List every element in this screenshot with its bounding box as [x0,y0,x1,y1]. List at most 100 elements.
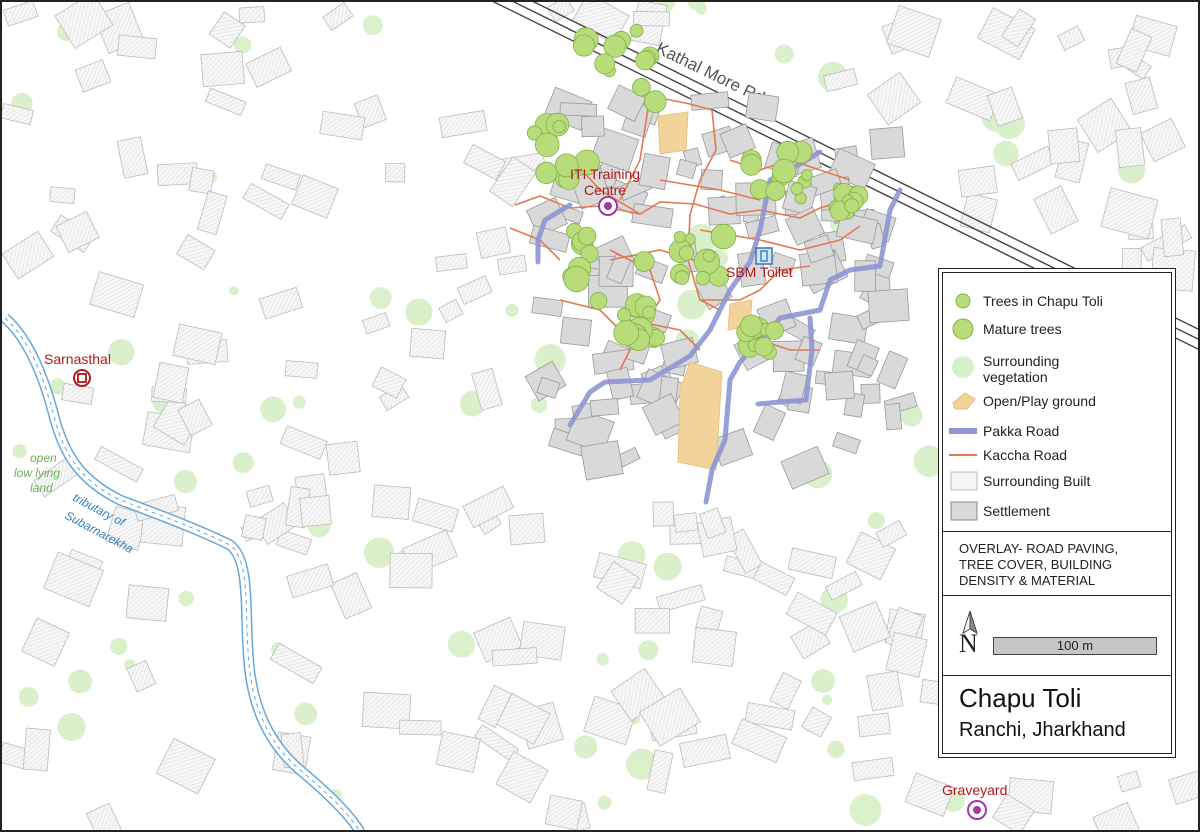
vegetation-blob [827,740,845,758]
surrounding-built-block [435,730,481,773]
legend-item-trees: Trees in Chapu Toli [943,289,1103,313]
vegetation-blob [260,396,287,423]
open-land-label-3: land [30,481,53,495]
vegetation-blob [294,702,318,726]
surrounding-built-block [1033,185,1079,235]
legend-label-settlement: Settlement [983,503,1050,519]
surrounding-built-block [787,547,837,580]
surrounding-built-block [769,671,802,710]
surrounding-built-block [409,327,447,360]
vegetation-blob [178,590,195,607]
tree [710,223,737,250]
north-label: N [959,629,978,658]
surrounding-built-block [21,617,71,667]
settlement-block [580,115,605,138]
iti-label-line1: ITI Training [570,166,640,182]
tree [577,226,597,246]
tree [678,245,695,261]
legend-item-open-ground: Open/Play ground [943,389,1096,413]
iti-training-centre-marker[interactable] [598,196,618,216]
legend-item-surrounding-built: Surrounding Built [943,469,1090,493]
vegetation-blob [774,44,794,64]
surrounding-built-block [1100,187,1159,240]
vegetation-blob [867,511,886,530]
open-land-label-2: low lying [14,466,60,480]
vegetation-blob [597,795,612,810]
sarnasthal-marker[interactable] [73,369,91,387]
settlement-block [876,350,909,390]
settlement-block [559,316,593,347]
vegetation-blob [110,637,128,656]
surrounding-built-block [1114,127,1146,169]
vegetation-blob [638,640,659,661]
vegetation-blob [811,668,836,693]
surrounding-built-block [678,733,731,769]
surrounding-built-block [241,514,267,541]
vegetation-blob [405,298,433,326]
surrounding-built-block [1116,770,1142,793]
sbm-toilet-marker[interactable] [755,247,773,265]
surrounding-built-block [172,323,223,366]
legend-inner: Trees in Chapu Toli Mature trees Surroun… [942,272,1172,754]
vegetation-blob [292,395,306,409]
surrounding-built-block [632,10,670,27]
settlement-block [869,126,906,160]
surrounding-built-block [196,190,228,236]
surrounding-built-block [371,484,412,520]
tree [695,270,711,286]
vegetation-blob [369,287,392,309]
tree [844,198,860,214]
surrounding-built-block [838,601,891,653]
surrounding-built-block [1047,127,1081,165]
tree [616,307,632,322]
surrounding-built-block [496,254,528,276]
surrounding-built-block [801,706,833,738]
tree [765,321,784,340]
surrounding-built-block [652,501,675,527]
surrounding-built-block [188,167,215,195]
sarnasthal-label: Sarnasthal [44,351,111,367]
legend-label-vegetation: Surrounding vegetation [983,353,1060,385]
surrounding-built-block [242,182,290,220]
vegetation-blob [822,694,833,706]
sbm-toilet-label: SBM Toilet [726,264,793,280]
legend-label-surrounding-built: Surrounding Built [983,473,1091,489]
settlement-block [707,196,741,226]
tree [642,305,656,320]
tree [552,120,566,134]
surrounding-built-block [1056,25,1086,51]
surrounding-built-block [238,6,266,24]
vegetation-blob [173,469,198,494]
surrounding-built-block [491,647,538,667]
settlement-block [690,91,730,111]
surrounding-built-block [322,2,354,32]
legend-label-trees: Trees in Chapu Toli [983,293,1103,309]
surrounding-built-block [155,737,216,795]
settlement-block [559,102,598,117]
tree [674,270,690,285]
surrounding-built-block [1124,76,1159,116]
graveyard-marker[interactable] [967,800,987,820]
vegetation-blob [573,735,598,759]
legend-item-pakka-road: Pakka Road [943,419,1059,443]
tree [801,169,813,181]
surrounding-built-block [1139,117,1186,163]
tree [535,132,560,158]
surrounding-built-block [1092,801,1142,832]
open-land-label-1: open [30,451,57,465]
overlay-description: OVERLAY- ROAD PAVING, TREE COVER, BUILDI… [959,541,1119,588]
surrounding-built-block [204,87,247,117]
surrounding-built-block [85,802,123,832]
surrounding-built-block [22,727,51,772]
surrounding-built-block [1168,766,1200,806]
vegetation-blob [18,687,39,707]
surrounding-built-block [299,495,332,528]
tree [740,314,763,337]
tree [771,158,797,184]
tree [589,291,608,310]
surrounding-built-block [125,584,170,622]
surrounding-built-block [411,497,460,533]
surrounding-built-block [2,0,39,27]
tree [613,320,639,346]
vegetation-blob [57,712,86,742]
